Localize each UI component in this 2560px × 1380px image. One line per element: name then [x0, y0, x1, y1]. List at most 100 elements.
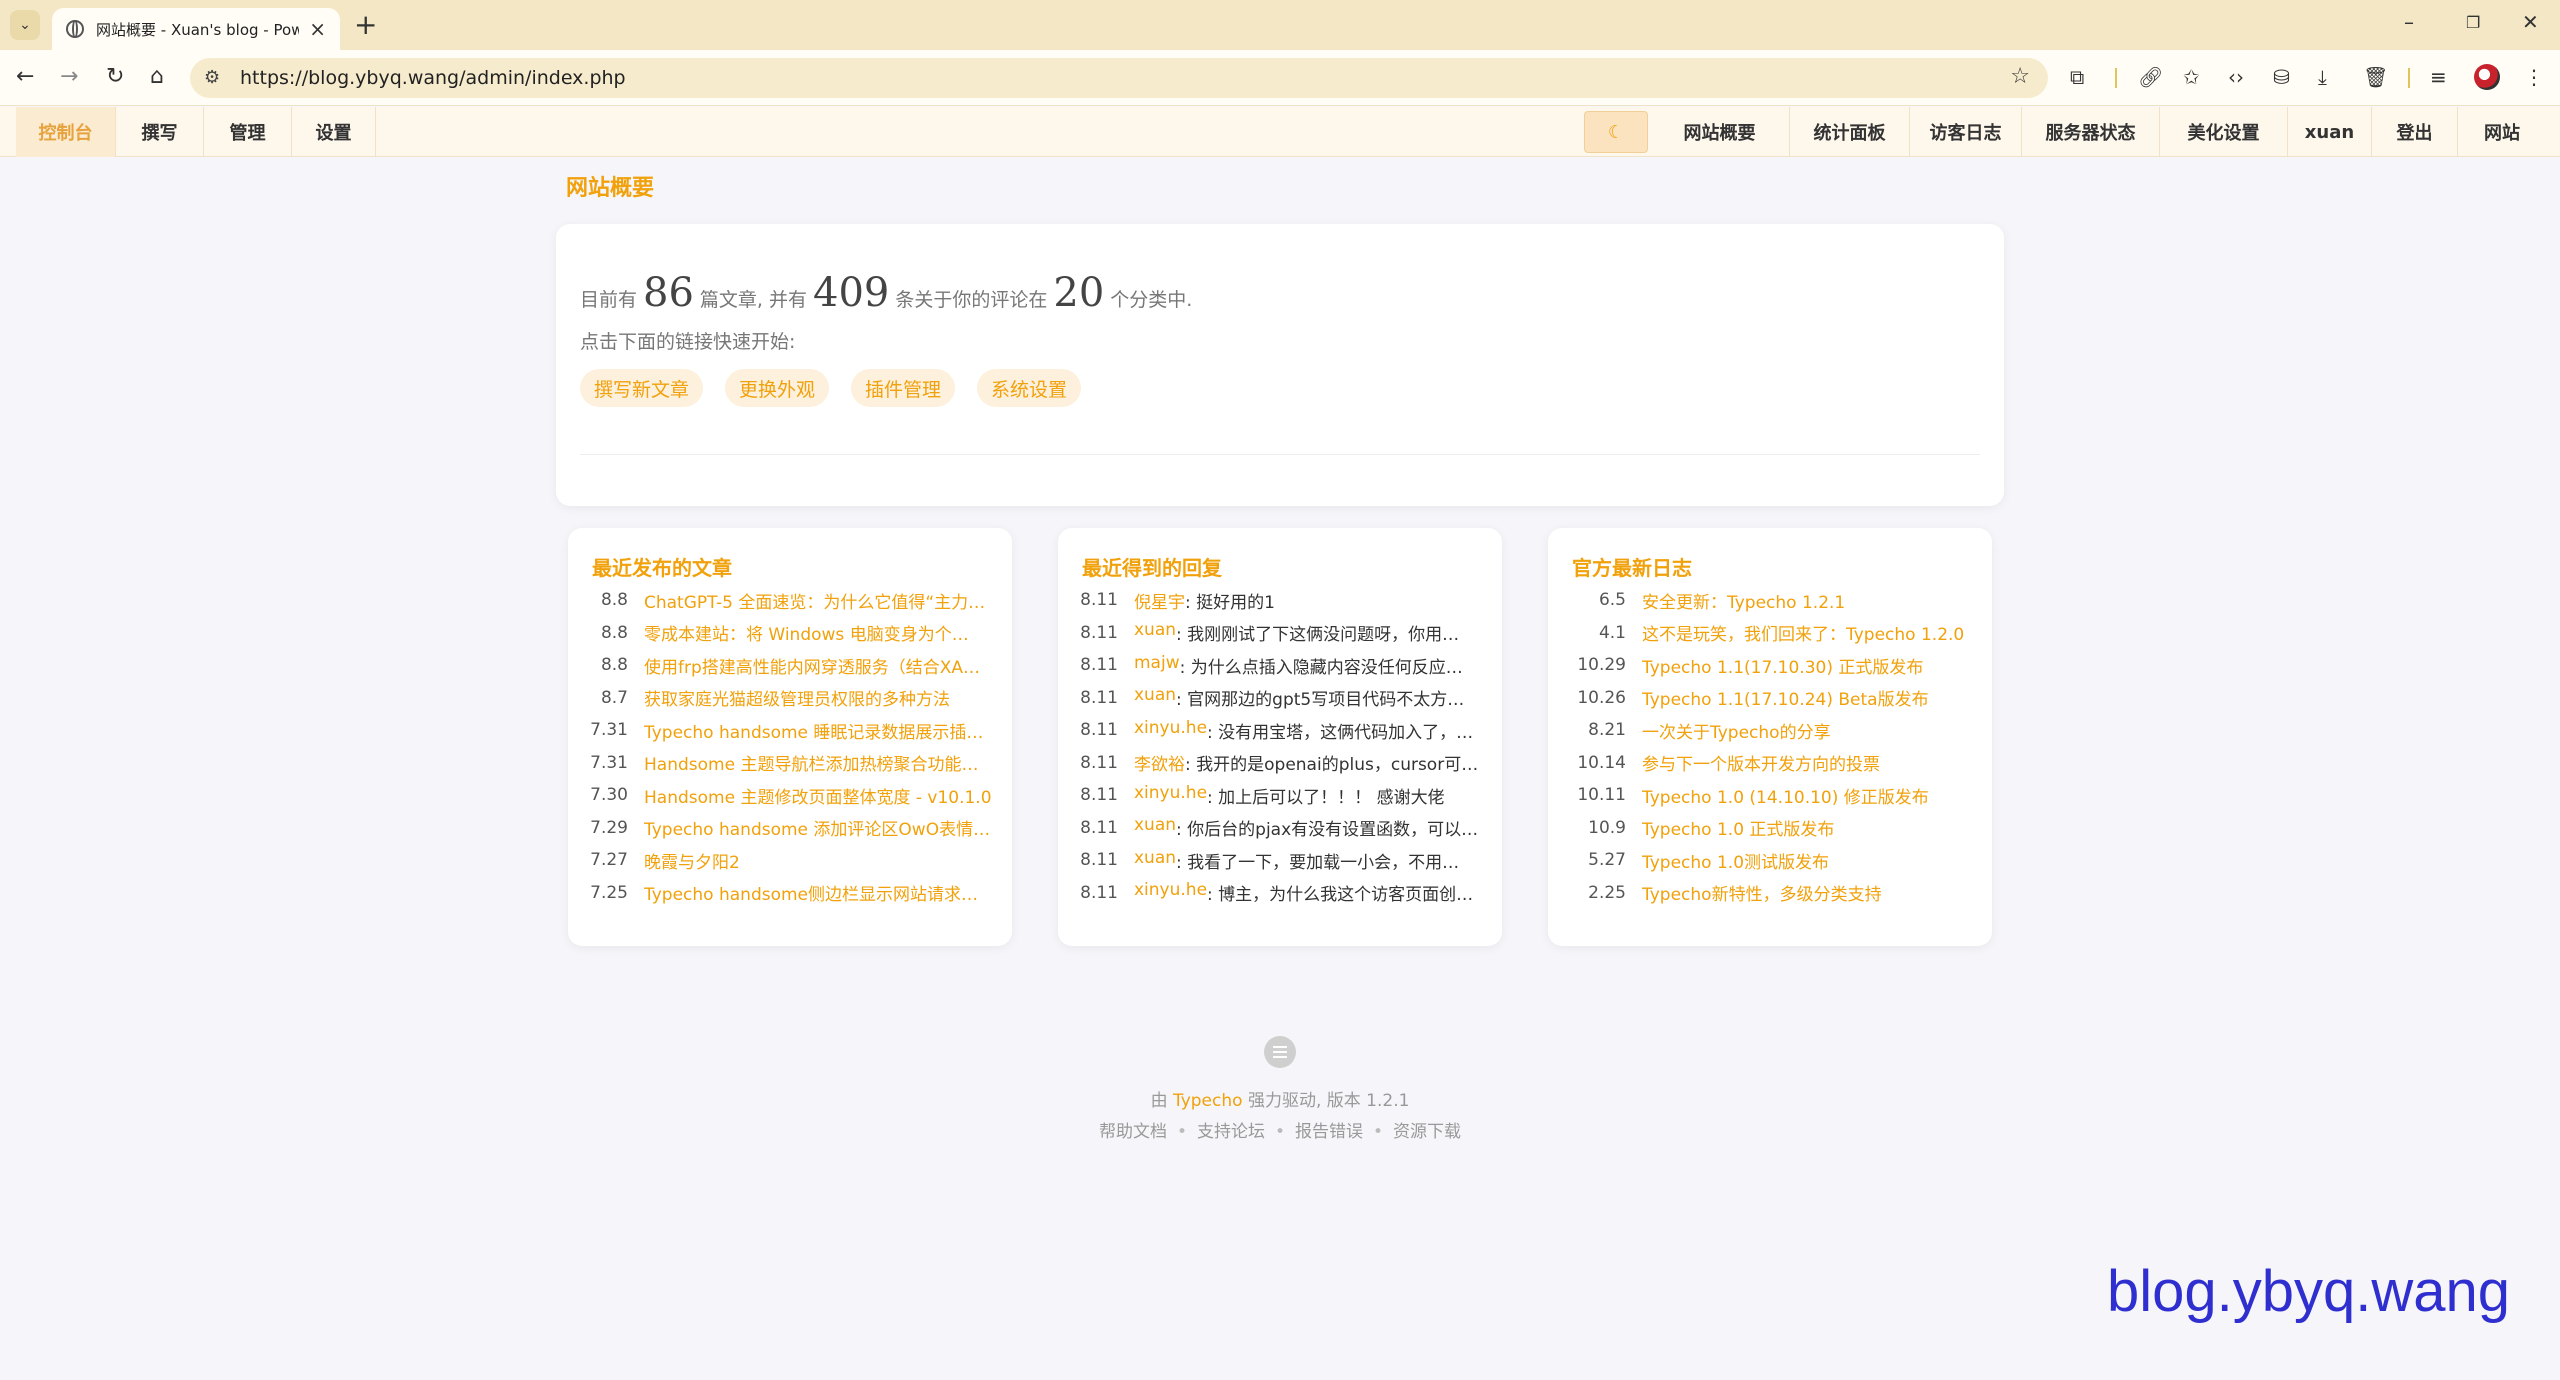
- nav-server-status[interactable]: 服务器状态: [2022, 107, 2160, 157]
- post-link[interactable]: Typecho handsome 睡眠记录数据展示插…: [644, 718, 992, 743]
- nav-overview[interactable]: 网站概要: [1650, 107, 1790, 157]
- post-link[interactable]: 使用frp搭建高性能内网穿透服务（结合XA…: [644, 653, 992, 678]
- bookmark-star-icon[interactable]: ☆: [2010, 64, 2030, 89]
- nav-write[interactable]: 撰写: [116, 107, 204, 157]
- comment-text-link[interactable]: : 我刚刚试了下这俩没问题呀，你用…: [1176, 620, 1482, 645]
- tab-close-icon[interactable]: ×: [309, 17, 326, 41]
- comment-text-link[interactable]: : 加上后可以了！！！ 感谢大佬: [1207, 783, 1482, 808]
- comment-author-link[interactable]: xinyu.he: [1134, 880, 1207, 905]
- forward-icon[interactable]: →: [60, 64, 78, 90]
- comment-author-link[interactable]: majw: [1134, 653, 1180, 678]
- write-post-button[interactable]: 撰写新文章: [580, 369, 704, 407]
- support-forum-link[interactable]: 支持论坛: [1197, 1122, 1265, 1142]
- resource-download-link[interactable]: 资源下载: [1393, 1122, 1461, 1142]
- powered-prefix: 由: [1150, 1091, 1168, 1111]
- extensions-icon[interactable]: ⧉: [2070, 64, 2084, 90]
- minimize-icon[interactable]: –: [2404, 10, 2414, 34]
- menu-dots-icon[interactable]: ⋮: [2524, 64, 2544, 90]
- home-icon[interactable]: ⌂: [150, 64, 164, 90]
- code-icon[interactable]: ‹›: [2228, 64, 2244, 90]
- nav-website[interactable]: 网站: [2458, 107, 2546, 157]
- nav-dashboard[interactable]: 控制台: [16, 107, 116, 157]
- nav-beautify-settings[interactable]: 美化设置: [2160, 107, 2288, 157]
- media-control-icon[interactable]: ≡: [2430, 64, 2447, 90]
- window-close-icon[interactable]: ✕: [2522, 10, 2539, 34]
- back-icon[interactable]: ←: [16, 64, 34, 90]
- log-link[interactable]: Typecho 1.0 (14.10.10) 修正版发布: [1642, 783, 1972, 808]
- log-link[interactable]: Typecho 1.1(17.10.30) 正式版发布: [1642, 653, 1972, 678]
- star-extension-icon[interactable]: ✩: [2183, 64, 2200, 90]
- comment-author-link[interactable]: xuan: [1134, 620, 1176, 645]
- dark-mode-moon-icon[interactable]: ☾: [1584, 111, 1648, 153]
- nav-logout[interactable]: 登出: [2372, 107, 2458, 157]
- comment-text-link[interactable]: : 我开的是openai的plus，cursor可…: [1185, 750, 1482, 775]
- list-item: 5.27 Typecho 1.0测试版发布: [1568, 844, 1972, 877]
- list-item: 10.29 Typecho 1.1(17.10.30) 正式版发布: [1568, 649, 1972, 682]
- post-link[interactable]: Handsome 主题修改页面整体宽度 - v10.1.0: [644, 783, 992, 808]
- comment-text-link[interactable]: : 你后台的pjax有没有设置函数，可以…: [1176, 815, 1482, 840]
- log-link[interactable]: Typecho 1.1(17.10.24) Beta版发布: [1642, 685, 1972, 710]
- comment-text-link[interactable]: : 博主，为什么我这个访客页面创…: [1207, 880, 1482, 905]
- new-tab-icon[interactable]: +: [354, 10, 377, 40]
- report-bug-link[interactable]: 报告错误: [1295, 1122, 1363, 1142]
- official-logs-list: 6.5 安全更新：Typecho 1.2.1 4.1 这不是玩笑，我们回来了：Typ…: [1568, 584, 1972, 909]
- comment-text-link[interactable]: : 挺好用的1: [1185, 588, 1482, 613]
- list-item: 8.11 xuan: 我刚刚试了下这俩没问题呀，你用…: [1078, 617, 1482, 650]
- nav-settings[interactable]: 设置: [292, 107, 376, 157]
- log-link[interactable]: Typecho 1.0测试版发布: [1642, 848, 1972, 873]
- comment-author-link[interactable]: xinyu.he: [1134, 718, 1207, 743]
- list-item: 8.11 xuan: 官网那边的gpt5写项目代码不太方…: [1078, 682, 1482, 715]
- comment-author-link[interactable]: xuan: [1134, 848, 1176, 873]
- post-link[interactable]: Typecho handsome 添加评论区OwO表情…: [644, 815, 992, 840]
- log-date: 5.27: [1588, 850, 1626, 871]
- link-icon[interactable]: 🔗︎: [2138, 64, 2163, 90]
- post-link[interactable]: Typecho handsome侧边栏显示网站请求…: [644, 880, 992, 905]
- comment-author-link[interactable]: xinyu.he: [1134, 783, 1207, 808]
- list-item: 7.27 晚霞与夕阳2: [588, 844, 992, 877]
- post-link[interactable]: 获取家庭光猫超级管理员权限的多种方法: [644, 685, 992, 710]
- restore-icon[interactable]: ❐: [2466, 13, 2480, 32]
- comment-text-link[interactable]: : 没有用宝塔，这俩代码加入了，…: [1207, 718, 1482, 743]
- log-link[interactable]: 安全更新：Typecho 1.2.1: [1642, 588, 1972, 613]
- typecho-link[interactable]: Typecho: [1173, 1091, 1243, 1111]
- log-link[interactable]: Typecho新特性，多级分类支持: [1642, 880, 1972, 905]
- nav-visitor-log[interactable]: 访客日志: [1910, 107, 2022, 157]
- comment-author-link[interactable]: 倪星宇: [1134, 588, 1185, 613]
- post-date: 7.25: [590, 882, 628, 903]
- change-theme-button[interactable]: 更换外观: [725, 369, 830, 407]
- post-link[interactable]: ChatGPT-5 全面速览：为什么它值得“主力…: [644, 588, 992, 613]
- url-text[interactable]: https://blog.ybyq.wang/admin/index.php: [240, 67, 626, 89]
- comment-author-link[interactable]: xuan: [1134, 815, 1176, 840]
- comment-author-link[interactable]: xuan: [1134, 685, 1176, 710]
- plugin-manage-button[interactable]: 插件管理: [851, 369, 956, 407]
- post-link[interactable]: Handsome 主题导航栏添加热榜聚合功能…: [644, 750, 992, 775]
- log-link[interactable]: Typecho 1.0 正式版发布: [1642, 815, 1972, 840]
- list-item: 8.11 xinyu.he: 没有用宝塔，这俩代码加入了，…: [1078, 714, 1482, 747]
- log-link[interactable]: 参与下一个版本开发方向的投票: [1642, 750, 1972, 775]
- help-docs-link[interactable]: 帮助文档: [1099, 1122, 1167, 1142]
- comment-text-link[interactable]: : 我看了一下，要加载一小会，不用…: [1176, 848, 1482, 873]
- list-item: 7.31 Typecho handsome 睡眠记录数据展示插…: [588, 714, 992, 747]
- post-link[interactable]: 晚霞与夕阳2: [644, 848, 992, 873]
- comment-author-link[interactable]: 李欲裕: [1134, 750, 1185, 775]
- nav-manage[interactable]: 管理: [204, 107, 292, 157]
- download-icon[interactable]: ⤓: [2318, 64, 2327, 90]
- tab-search-chevron-icon[interactable]: ⌄: [10, 10, 40, 40]
- tab-title: 网站概要 - Xuan's blog - Pow: [96, 20, 300, 39]
- comment-text-link[interactable]: : 为什么点插入隐藏内容没任何反应…: [1180, 653, 1482, 678]
- trash-icon[interactable]: 🗑︎: [2363, 64, 2388, 90]
- nav-stats-panel[interactable]: 统计面板: [1790, 107, 1910, 157]
- browser-tab-active[interactable]: 网站概要 - Xuan's blog - Pow ×: [52, 8, 340, 50]
- system-settings-button[interactable]: 系统设置: [977, 369, 1082, 407]
- site-info-icon[interactable]: ⚙: [204, 67, 220, 88]
- log-link[interactable]: 这不是玩笑，我们回来了：Typecho 1.2.0: [1642, 620, 1972, 645]
- post-link[interactable]: 零成本建站：将 Windows 电脑变身为个…: [644, 620, 992, 645]
- address-bar[interactable]: ⚙ https://blog.ybyq.wang/admin/index.php…: [190, 58, 2048, 98]
- log-link[interactable]: 一次关于Typecho的分享: [1642, 718, 1972, 743]
- incognito-icon[interactable]: ⛁: [2273, 64, 2290, 90]
- comment-text-link[interactable]: : 官网那边的gpt5写项目代码不太方…: [1176, 685, 1482, 710]
- reload-icon[interactable]: ↻: [106, 64, 124, 90]
- profile-avatar[interactable]: [2474, 64, 2500, 90]
- comment-entry: xuan: 官网那边的gpt5写项目代码不太方…: [1134, 685, 1482, 710]
- nav-user[interactable]: xuan: [2288, 107, 2372, 157]
